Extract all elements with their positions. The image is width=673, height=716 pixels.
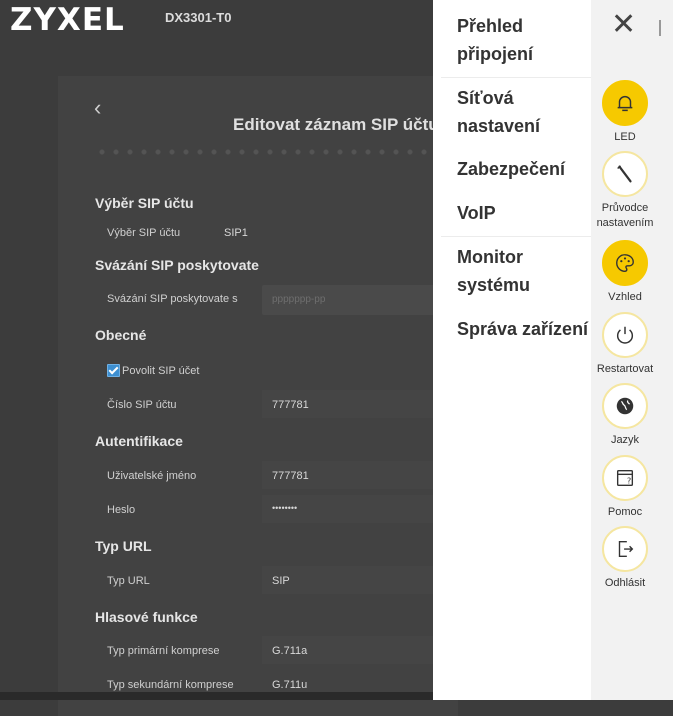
zyxel-logo: ZYXEL	[10, 2, 125, 38]
url-type-select[interactable]	[262, 566, 462, 594]
loading-dots	[95, 143, 435, 161]
wizard-label-line2: nastavením	[596, 217, 654, 229]
provider-binding-label: Svázání SIP poskytovate s	[107, 293, 238, 305]
username-label: Uživatelské jméno	[107, 470, 197, 482]
section-title-sip-selection: Výběr SIP účtu	[95, 195, 194, 211]
page-title: Editovat záznam SIP účtu	[233, 115, 439, 134]
language-label: Jazyk	[610, 434, 640, 446]
language-button[interactable]: Jazyk	[591, 383, 659, 448]
logout-label: Odhlásit	[604, 577, 646, 589]
primary-codec-label: Typ primární komprese	[107, 645, 220, 657]
menu-item-maintenance[interactable]: Správa zařízení	[457, 315, 588, 343]
menu-divider	[441, 77, 591, 78]
help-icon: ?	[602, 455, 648, 501]
menu-item-label: systému	[457, 275, 531, 295]
close-icon[interactable]: ✕	[611, 10, 636, 40]
username-value: 777781	[272, 470, 309, 482]
led-button[interactable]: LED	[591, 80, 659, 145]
back-arrow-icon[interactable]: ‹	[94, 95, 101, 121]
bell-icon	[602, 80, 648, 126]
password-value: ••••••••	[272, 503, 298, 513]
wand-icon	[602, 151, 648, 197]
menu-item-connection-overview[interactable]: Přehled připojení	[457, 12, 533, 68]
menu-divider	[441, 236, 591, 237]
menu-item-label: Síťová	[457, 88, 514, 108]
menu-item-label: Monitor	[457, 247, 523, 267]
palette-icon	[602, 240, 648, 286]
sip-selection-label: Výběr SIP účtu	[107, 227, 181, 239]
section-title-general: Obecné	[95, 327, 147, 343]
wizard-label: Průvodce nastavením	[591, 201, 659, 231]
menu-item-voip[interactable]: VoIP	[457, 199, 496, 227]
theme-label: Vzhled	[608, 291, 642, 303]
restart-label: Restartovat	[596, 363, 654, 375]
menu-item-label: nastavení	[457, 116, 541, 136]
menu-item-security[interactable]: Zabezpečení	[457, 155, 565, 183]
help-button[interactable]: ? Pomoc	[591, 455, 659, 520]
svg-text:?: ?	[627, 476, 631, 486]
theme-button[interactable]: Vzhled	[591, 240, 659, 305]
primary-codec-value: G.711a	[272, 645, 308, 657]
scrollbar-thumb[interactable]	[659, 20, 661, 36]
password-label: Heslo	[107, 504, 136, 516]
power-icon	[602, 312, 648, 358]
sip-number-label: Číslo SIP účtu	[107, 399, 177, 411]
restart-button[interactable]: Restartovat	[591, 312, 659, 377]
enable-sip-checkbox[interactable]	[107, 364, 120, 377]
url-type-value: SIP	[272, 575, 290, 587]
provider-binding-value: ppppppp-pp	[272, 294, 326, 305]
menu-item-system-monitor[interactable]: Monitor systému	[457, 243, 530, 299]
section-title-voice-features: Hlasové funkce	[95, 609, 198, 625]
section-title-authentication: Autentifikace	[95, 433, 183, 449]
secondary-codec-value[interactable]: G.711u	[272, 679, 307, 691]
section-title-provider-binding: Svázání SIP poskytovate	[95, 257, 259, 273]
navigation-drawer: Přehled připojení Síťová nastavení Zabez…	[433, 0, 673, 700]
section-title-url-type: Typ URL	[95, 538, 152, 554]
device-model: DX3301-T0	[165, 10, 232, 25]
globe-icon	[602, 383, 648, 429]
logout-button[interactable]: Odhlásit	[591, 526, 659, 591]
menu-item-label: připojení	[457, 44, 533, 64]
menu-item-label: Přehled	[457, 16, 524, 36]
wizard-label-line1: Průvodce	[601, 202, 649, 214]
provider-binding-select[interactable]: ppppppp-pp	[262, 285, 462, 315]
logout-icon	[602, 526, 648, 572]
secondary-codec-label: Typ sekundární komprese	[107, 679, 234, 691]
help-label: Pomoc	[607, 506, 643, 518]
url-type-label: Typ URL	[107, 575, 150, 587]
sip-selection-value[interactable]: SIP1	[224, 227, 248, 239]
wizard-button[interactable]: Průvodce nastavením	[591, 151, 659, 231]
menu-item-network-settings[interactable]: Síťová nastavení	[457, 84, 540, 140]
led-label: LED	[614, 131, 636, 143]
sip-number-value: 777781	[272, 399, 309, 411]
enable-sip-label: Povolit SIP účet	[122, 365, 200, 377]
